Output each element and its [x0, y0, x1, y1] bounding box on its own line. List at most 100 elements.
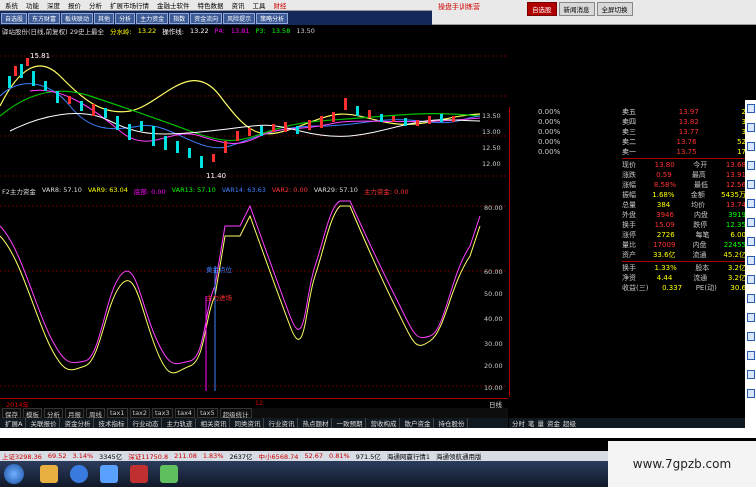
sidebar-icon[interactable]	[746, 370, 755, 379]
percent-cell: 0.00%	[538, 108, 561, 116]
indicator-chart[interactable]: 黄金点位 主力进场 80.00 60.00 50.00 40.00 30.00 …	[0, 196, 508, 398]
stat-value: 8.58%	[653, 181, 677, 189]
server-label[interactable]: 海通网赢行情1	[387, 451, 430, 461]
stat-label: 涨跌	[622, 171, 636, 179]
right-tab[interactable]: 超级	[563, 418, 576, 428]
info-tab[interactable]: 相关资讯	[197, 418, 231, 428]
chart-tab[interactable]: tax3	[152, 408, 173, 418]
sidebar-icon[interactable]	[746, 199, 755, 208]
sidebar-icon[interactable]	[746, 275, 755, 284]
chart-tab[interactable]: tax5	[197, 408, 218, 418]
sidebar-icon[interactable]	[746, 104, 755, 113]
right-tab[interactable]: 分时	[512, 418, 525, 428]
sidebar-icon[interactable]	[746, 313, 755, 322]
sidebar-icon[interactable]	[746, 332, 755, 341]
info-tabs: 扩展A 关联报价 资金分析 技术指标 行业动态 主力轨迹 相关资讯 同类资讯 行…	[0, 418, 508, 428]
app-icon[interactable]	[160, 465, 178, 483]
menu-depth[interactable]: 深度	[44, 0, 63, 10]
sidebar-icon[interactable]	[746, 351, 755, 360]
sidebar-icon[interactable]	[746, 161, 755, 170]
right-tab[interactable]: 笔	[528, 418, 535, 428]
chart-tab[interactable]: tax2	[129, 408, 151, 418]
sidebar-icon[interactable]	[746, 389, 755, 398]
toolbar-button[interactable]: 主力资金	[136, 12, 169, 24]
stat-label: PE(动)	[695, 284, 717, 292]
info-tab[interactable]: 主力轨迹	[163, 418, 197, 428]
menu-market[interactable]: 扩展市场行情	[107, 0, 152, 10]
y-tick: 10.00	[484, 384, 503, 392]
info-tab[interactable]: 营收构成	[367, 418, 401, 428]
chart-tab[interactable]: tax1	[107, 408, 128, 418]
info-tab[interactable]: 资金分析	[61, 418, 95, 428]
menu-quote[interactable]: 报价	[65, 0, 84, 10]
chart-tab[interactable]: tax4	[174, 408, 196, 418]
toolbar-button[interactable]: 指数	[169, 12, 190, 24]
stat-value: 22455	[723, 241, 746, 249]
menu-system[interactable]: 系统	[2, 0, 21, 10]
sell-price: 13.82	[678, 118, 699, 126]
info-tab[interactable]: 行业资讯	[265, 418, 299, 428]
index-percent: 1.83%	[202, 452, 224, 460]
stat-label: 换手	[622, 264, 636, 272]
info-tab[interactable]: 散户资金	[401, 418, 435, 428]
toolbar-button[interactable]: 板块联动	[61, 12, 94, 24]
menu-tools[interactable]: 工具	[250, 0, 269, 10]
info-tab[interactable]: 一致预期	[333, 418, 367, 428]
info-tab[interactable]: 行业动态	[129, 418, 163, 428]
toolbar-button[interactable]: 分析	[115, 12, 136, 24]
chart-tab[interactable]: 保存	[2, 408, 21, 419]
sidebar-icon[interactable]	[746, 237, 755, 246]
info-tab[interactable]: 热点题材	[299, 418, 333, 428]
sidebar-icon[interactable]	[746, 294, 755, 303]
sidebar-icon[interactable]	[746, 123, 755, 132]
chart-tab[interactable]: 模板	[23, 408, 42, 419]
chart-tab[interactable]: 超级统计	[219, 408, 252, 419]
info-tab[interactable]: 关联报价	[27, 418, 61, 428]
toolbar-button[interactable]: 策略分析	[256, 12, 289, 24]
index-quote[interactable]: 上证3298.36	[2, 451, 42, 461]
menu-news[interactable]: 资讯	[229, 0, 248, 10]
menu-software[interactable]: 金融士软件	[154, 0, 193, 10]
percent-cell: 0.00%	[538, 138, 561, 146]
toolbar-button[interactable]: 自选股	[1, 12, 28, 24]
toolbar: 自选股 东方财富 板块联动 其他 分析 主力资金 指数 资金流向 风险提示 策略…	[0, 11, 432, 25]
fullscreen-button[interactable]: 全屏切换	[596, 2, 633, 16]
chart-tab[interactable]: 分析	[44, 408, 63, 419]
toolbar-button[interactable]: 其他	[94, 12, 115, 24]
app-icon[interactable]	[100, 465, 118, 483]
toolbar-button[interactable]: 风险提示	[223, 12, 256, 24]
candlestick-chart[interactable]: 15.81 11.40 13.50 13.00 12.50 12.00	[0, 36, 508, 192]
index-quote[interactable]: 深证11750.8	[128, 451, 168, 461]
sidebar-icon[interactable]	[746, 142, 755, 151]
info-tab[interactable]: 扩展A	[2, 418, 27, 428]
toolbar-button[interactable]: 东方财富	[28, 12, 61, 24]
start-icon[interactable]	[4, 464, 24, 484]
index-change: 211.08	[174, 452, 197, 460]
menu-finance[interactable]: 财经	[271, 0, 290, 10]
menu-data[interactable]: 特色数据	[195, 0, 227, 10]
chart-tab[interactable]: 月报	[65, 408, 84, 419]
right-tab[interactable]: 量	[538, 418, 545, 428]
sidebar-icon[interactable]	[746, 218, 755, 227]
trading-app-icon[interactable]	[130, 465, 148, 483]
browser-icon[interactable]	[70, 465, 88, 483]
chart-tab[interactable]: 周线	[86, 408, 105, 419]
news-button[interactable]: 新闻消息	[558, 2, 595, 16]
watchlist-button[interactable]: 自选股	[527, 2, 557, 16]
stat-value: 13.80	[654, 161, 675, 169]
stat-label: 最高	[691, 171, 706, 179]
menu-function[interactable]: 功能	[23, 0, 42, 10]
info-tab[interactable]: 技术指标	[95, 418, 129, 428]
sidebar-icon[interactable]	[746, 256, 755, 265]
index-volume: 971.5亿	[355, 453, 381, 461]
toolbar-button[interactable]: 资金流向	[190, 12, 223, 24]
info-tab[interactable]: 同类资讯	[231, 418, 265, 428]
percent-cell: 0.00%	[538, 118, 561, 126]
right-tab[interactable]: 资金	[547, 418, 560, 428]
stat-label: 今开	[693, 161, 708, 169]
menu-analysis[interactable]: 分析	[86, 0, 105, 10]
sidebar-icon[interactable]	[746, 180, 755, 189]
info-tab[interactable]: 持仓股份	[435, 418, 469, 428]
index-quote[interactable]: 中小6568.74	[259, 451, 299, 461]
folder-icon[interactable]	[40, 465, 58, 483]
